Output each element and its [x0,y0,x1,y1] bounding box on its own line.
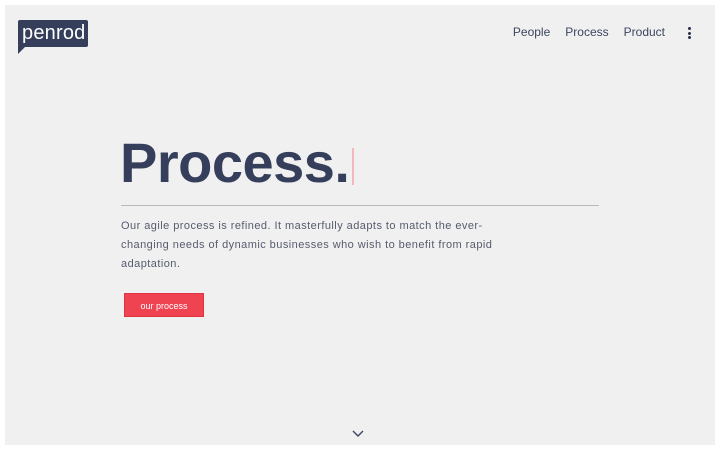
our-process-button[interactable]: our process [124,293,204,317]
chevron-down-icon[interactable] [351,425,365,437]
hero-title: Process. [120,131,350,194]
nav-item-people[interactable]: People [513,24,550,40]
logo-speech-tail [18,46,26,54]
main-nav: People Process Product [498,24,665,40]
logo-text: penrod [22,22,86,44]
page: penrod People Process Product Process. O… [5,5,715,445]
kebab-menu-icon[interactable] [686,27,694,39]
nav-item-process[interactable]: Process [565,24,608,40]
hero-description: Our agile process is refined. It masterf… [121,220,493,270]
nav-item-product[interactable]: Product [624,24,665,40]
typing-cursor [352,148,354,185]
hero-divider [121,205,599,206]
logo[interactable]: penrod [18,20,88,56]
